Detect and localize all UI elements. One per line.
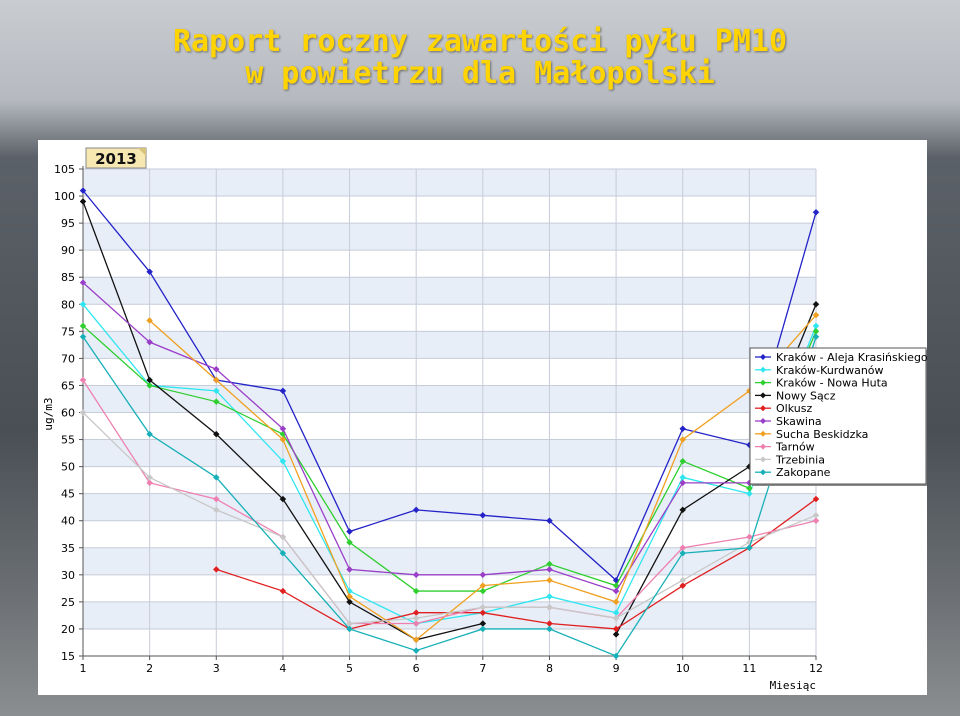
plot-band [83,304,816,332]
y-tick-label: 80 [61,298,75,311]
y-tick-label: 20 [61,623,75,636]
y-tick-label: 95 [61,217,75,230]
x-tick-label: 7 [479,662,486,675]
legend-label: Tarnów [775,441,815,454]
plot-band [83,169,816,197]
plot-band [83,331,816,359]
plot-band [83,574,816,602]
x-tick-label: 6 [413,662,420,675]
x-tick-label: 1 [80,662,87,675]
x-tick-label: 5 [346,662,353,675]
y-tick-label: 85 [61,271,75,284]
line-chart: 1520253035404550556065707580859095100105… [42,147,927,692]
chart-panel: 15 20 25 30 35 40 45 50 55 60 65 70 75 80 85 90 95 100 105… [38,140,927,695]
y-tick-label: 105 [54,163,75,176]
y-tick-label: 15 [61,650,75,663]
legend: Kraków - Aleja KrasińskiegoKraków-Kurdwa… [749,347,927,486]
x-tick-label: 3 [213,662,220,675]
legend-label: Zakopane [776,466,831,479]
y-tick-label: 55 [61,434,75,447]
y-tick-labels: 15 20 25 30 35 40 45 50 55 60 65 70 75 80 85 90 95 100 105 [54,163,75,663]
title-line-2: w powietrzu dla Małopolski [245,56,715,91]
plot-band [83,277,816,305]
title-line-1: Raport roczny zawartości pyłu PM10 [172,24,788,59]
x-tick-label: 2 [146,662,153,675]
y-tick-label: 30 [61,569,75,582]
x-tick-label: 9 [613,662,620,675]
plot-band [83,358,816,386]
y-axis-title: ug/m3 [42,397,55,430]
year-badge-label: 2013 [95,150,137,168]
x-tick-labels: 1 2 3 4 5 6 7 8 9 10 11 12 [80,662,824,675]
legend-label: Nowy Sącz [776,389,836,402]
legend-label: Kraków - Nowa Huta [776,377,888,390]
y-tick-label: 25 [61,596,75,609]
plot-band [83,196,816,224]
year-badge: 2013 [85,147,147,169]
y-tick-label: 100 [54,190,75,203]
y-tick-label: 70 [61,352,75,365]
x-tick-label: 11 [742,662,756,675]
x-axis-title: Miesiąc [770,679,816,692]
legend-label: Trzebinia [775,453,825,466]
plot-band [83,412,816,440]
page-title: Raport roczny zawartości pyłu PM10 w pow… [0,26,960,90]
y-tick-label: 50 [61,461,75,474]
legend-item: Kraków - Aleja Krasińskiego [755,351,927,364]
plot-band [83,493,816,521]
x-tick-label: 10 [676,662,690,675]
plot-band [83,223,816,251]
plot-band [83,250,816,278]
plot-band [83,628,816,656]
legend-label: Kraków - Aleja Krasińskiego [776,351,927,364]
legend-label: Olkusz [776,402,812,415]
y-tick-label: 75 [61,325,75,338]
x-tick-label: 4 [279,662,286,675]
x-tick-label: 12 [809,662,823,675]
legend-label: Skawina [776,415,822,428]
y-tick-label: 60 [61,407,75,420]
x-tick-label: 8 [546,662,553,675]
y-tick-label: 40 [61,515,75,528]
y-tick-label: 35 [61,542,75,555]
legend-label: Sucha Beskidzka [776,428,868,441]
y-tick-label: 90 [61,244,75,257]
legend-label: Kraków-Kurdwanów [776,364,884,377]
y-tick-label: 65 [61,379,75,392]
y-tick-label: 45 [61,488,75,501]
